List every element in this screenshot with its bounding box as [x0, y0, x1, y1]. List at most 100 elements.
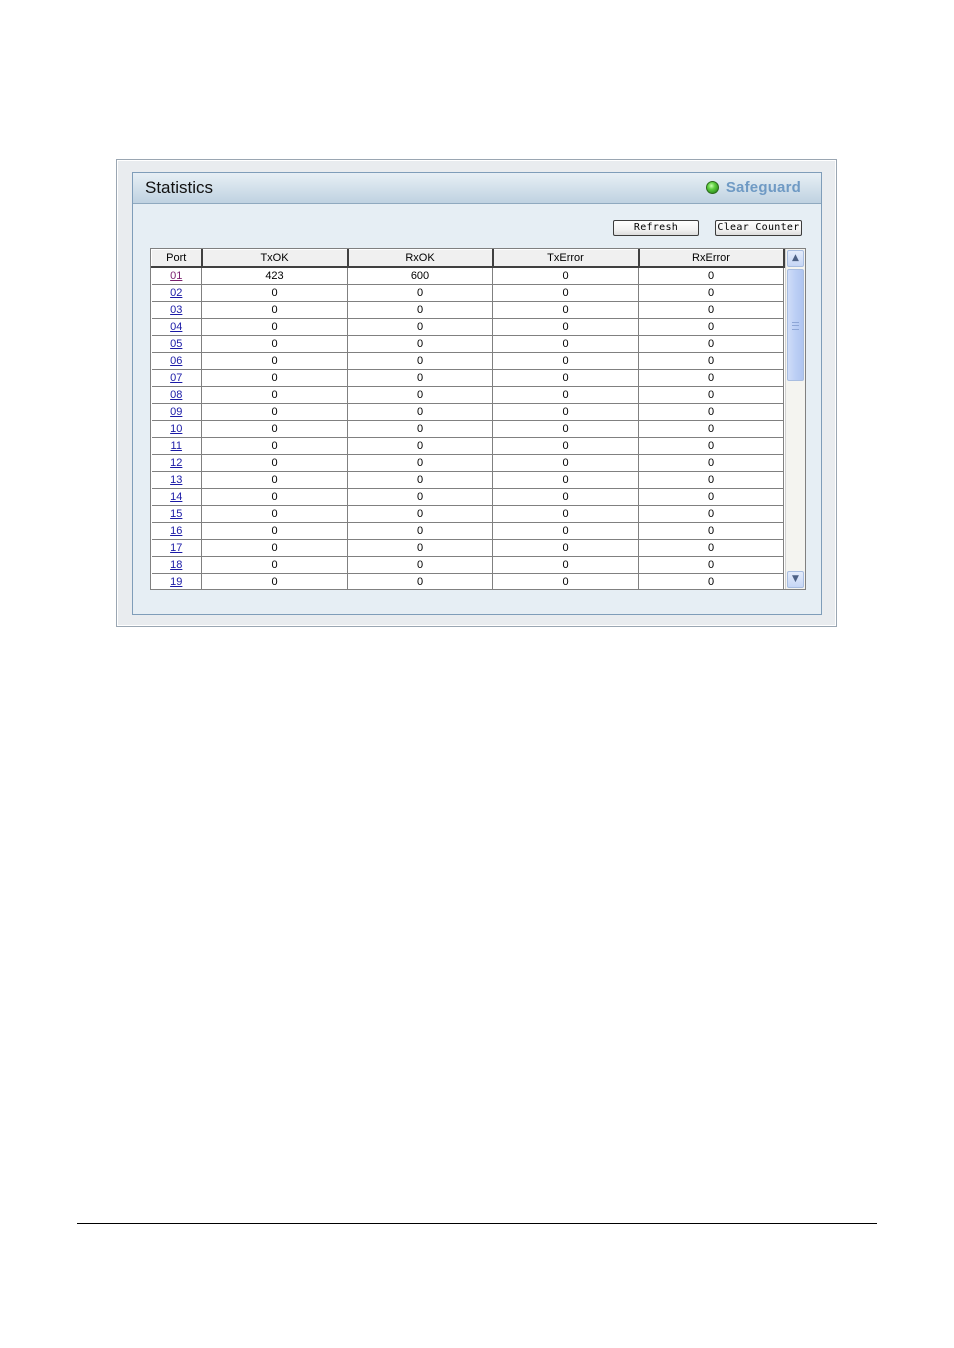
- port-link[interactable]: 03: [170, 304, 182, 316]
- port-link[interactable]: 01: [170, 270, 182, 282]
- rxok-cell: 0: [347, 505, 493, 523]
- rxerror-cell: 0: [638, 471, 784, 489]
- table-row: 02 0 0 0 0: [151, 284, 784, 302]
- grip-icon: [792, 322, 799, 330]
- column-header-rxerror[interactable]: RxError: [638, 249, 785, 268]
- txerror-cell: 0: [492, 352, 639, 370]
- port-link[interactable]: 10: [170, 423, 182, 435]
- port-cell: 08: [151, 386, 202, 404]
- document-page: Statistics Safeguard Refresh Clear Count…: [0, 0, 954, 1348]
- port-cell: 11: [151, 437, 202, 455]
- page-title: Statistics: [145, 178, 214, 197]
- txok-cell: 0: [201, 352, 348, 370]
- txok-cell: 0: [201, 522, 348, 540]
- scroll-down-icon[interactable]: ▼: [787, 571, 804, 588]
- rxerror-cell: 0: [638, 556, 784, 574]
- txerror-cell: 0: [492, 267, 639, 285]
- refresh-button[interactable]: Refresh: [613, 220, 699, 236]
- table-row: 14 0 0 0 0: [151, 488, 784, 506]
- txok-cell: 0: [201, 420, 348, 438]
- port-cell: 07: [151, 369, 202, 387]
- table-row: 11 0 0 0 0: [151, 437, 784, 455]
- table-header-row: Port TxOK RxOK TxError RxError: [151, 249, 785, 268]
- txerror-cell: 0: [492, 318, 639, 336]
- table-row: 01 423 600 0 0: [151, 267, 784, 285]
- table-row: 17 0 0 0 0: [151, 539, 784, 557]
- rxok-cell: 0: [347, 437, 493, 455]
- port-cell: 01: [151, 267, 202, 285]
- safeguard-indicator: Safeguard: [705, 179, 801, 196]
- rxok-cell: 0: [347, 352, 493, 370]
- table-row: 09 0 0 0 0: [151, 403, 784, 421]
- port-link[interactable]: 14: [170, 491, 182, 503]
- txerror-cell: 0: [492, 369, 639, 387]
- txok-cell: 0: [201, 386, 348, 404]
- port-cell: 03: [151, 301, 202, 319]
- vertical-scrollbar[interactable]: ▲ ▼: [785, 249, 805, 589]
- txok-cell: 0: [201, 539, 348, 557]
- rxerror-cell: 0: [638, 318, 784, 336]
- txerror-cell: 0: [492, 539, 639, 557]
- txerror-cell: 0: [492, 420, 639, 438]
- port-link[interactable]: 07: [170, 372, 182, 384]
- rxerror-cell: 0: [638, 403, 784, 421]
- rxok-cell: 0: [347, 488, 493, 506]
- port-link[interactable]: 15: [170, 508, 182, 520]
- txok-cell: 0: [201, 403, 348, 421]
- txerror-cell: 0: [492, 335, 639, 353]
- port-cell: 15: [151, 505, 202, 523]
- scroll-up-icon[interactable]: ▲: [787, 250, 804, 267]
- rxerror-cell: 0: [638, 284, 784, 302]
- port-link[interactable]: 08: [170, 389, 182, 401]
- txerror-cell: 0: [492, 454, 639, 472]
- rxerror-cell: 0: [638, 539, 784, 557]
- txok-cell: 0: [201, 471, 348, 489]
- port-link[interactable]: 05: [170, 338, 182, 350]
- txok-cell: 0: [201, 335, 348, 353]
- scrollbar-thumb[interactable]: [787, 269, 804, 381]
- column-header-txerror[interactable]: TxError: [492, 249, 640, 268]
- port-link[interactable]: 02: [170, 287, 182, 299]
- table-row: 16 0 0 0 0: [151, 522, 784, 540]
- txerror-cell: 0: [492, 301, 639, 319]
- column-header-rxok[interactable]: RxOK: [347, 249, 494, 268]
- table-row: 13 0 0 0 0: [151, 471, 784, 489]
- rxok-cell: 0: [347, 454, 493, 472]
- footer-divider: [77, 1223, 877, 1224]
- rxerror-cell: 0: [638, 386, 784, 404]
- table-row: 08 0 0 0 0: [151, 386, 784, 404]
- rxok-cell: 0: [347, 539, 493, 557]
- port-link[interactable]: 19: [170, 576, 182, 588]
- txok-cell: 0: [201, 573, 348, 589]
- rxok-cell: 0: [347, 403, 493, 421]
- rxerror-cell: 0: [638, 437, 784, 455]
- txok-cell: 0: [201, 505, 348, 523]
- table-row: 04 0 0 0 0: [151, 318, 784, 336]
- port-cell: 02: [151, 284, 202, 302]
- txerror-cell: 0: [492, 403, 639, 421]
- port-link[interactable]: 16: [170, 525, 182, 537]
- panel-header: Statistics Safeguard: [133, 173, 821, 204]
- port-link[interactable]: 12: [170, 457, 182, 469]
- txok-cell: 0: [201, 318, 348, 336]
- rxok-cell: 0: [347, 573, 493, 589]
- port-link[interactable]: 09: [170, 406, 182, 418]
- port-link[interactable]: 11: [171, 440, 182, 452]
- rxerror-cell: 0: [638, 369, 784, 387]
- txok-cell: 0: [201, 301, 348, 319]
- table-row: 07 0 0 0 0: [151, 369, 784, 387]
- txerror-cell: 0: [492, 505, 639, 523]
- safeguard-label: Safeguard: [725, 179, 801, 196]
- column-header-port[interactable]: Port: [151, 249, 203, 268]
- port-link[interactable]: 13: [170, 474, 182, 486]
- port-link[interactable]: 04: [170, 321, 182, 333]
- rxerror-cell: 0: [638, 335, 784, 353]
- clear-counter-button[interactable]: Clear Counter: [715, 220, 802, 236]
- txerror-cell: 0: [492, 386, 639, 404]
- column-header-txok[interactable]: TxOK: [201, 249, 349, 268]
- table-row: 15 0 0 0 0: [151, 505, 784, 523]
- port-link[interactable]: 17: [170, 542, 182, 554]
- statistics-table-container[interactable]: Port TxOK RxOK TxError RxError 01 423 600 0…: [150, 248, 806, 590]
- port-link[interactable]: 06: [170, 355, 182, 367]
- port-link[interactable]: 18: [170, 559, 182, 571]
